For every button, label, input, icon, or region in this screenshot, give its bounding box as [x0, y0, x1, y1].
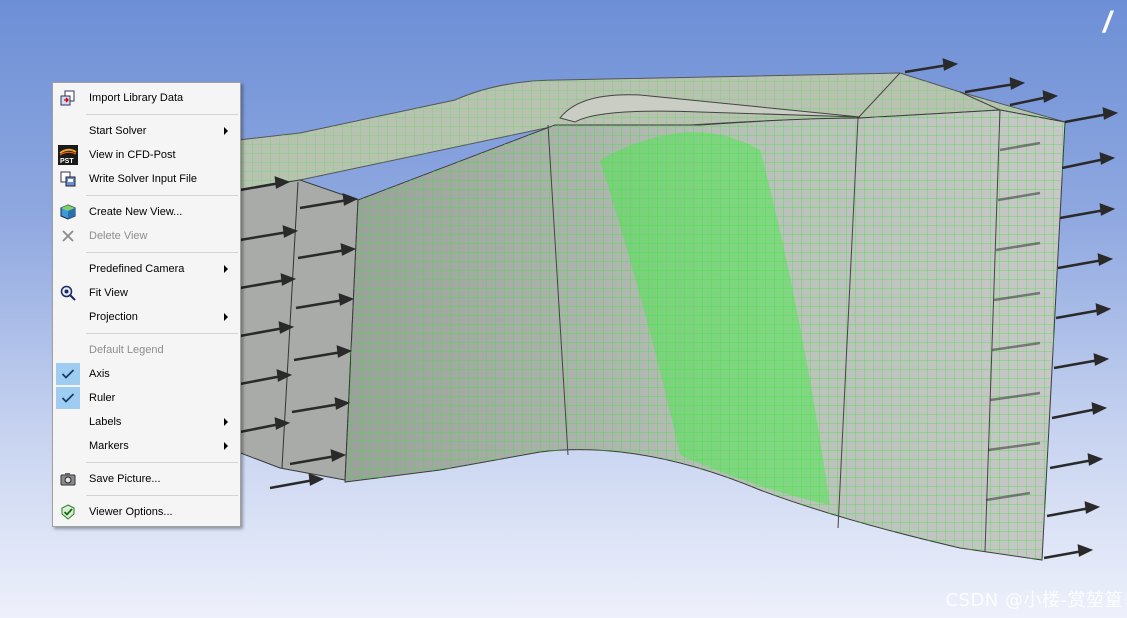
watermark-text: CSDN @小楼-赏堃篁 [945, 590, 1123, 611]
menu-label: Create New View... [89, 206, 183, 218]
write-solver-icon [56, 168, 80, 190]
menu-item-axis[interactable]: Axis [53, 362, 240, 386]
viewer-options-check-icon [56, 501, 80, 523]
inlet-block [237, 179, 359, 481]
menu-separator [86, 495, 238, 496]
menu-label: Start Solver [89, 125, 147, 137]
checkmark-icon [56, 363, 80, 385]
menu-label: Fit View [89, 287, 128, 299]
menu-label: Import Library Data [89, 92, 184, 104]
menu-item-default-legend[interactable]: Default Legend [53, 338, 240, 362]
menu-label: Projection [89, 311, 138, 323]
menu-label: Labels [89, 416, 122, 428]
camera-icon [56, 468, 80, 490]
menu-item-predefined-camera[interactable]: Predefined Camera [53, 257, 240, 281]
submenu-arrow-icon [224, 127, 228, 135]
menu-item-create-new-view[interactable]: Create New View... [53, 200, 240, 224]
menu-label: Ruler [89, 392, 116, 404]
ansys-logo: / [1103, 6, 1112, 39]
submenu-arrow-icon [224, 442, 228, 450]
menu-item-write-solver-input-file[interactable]: Write Solver Input File [53, 167, 240, 191]
menu-item-labels[interactable]: Labels [53, 410, 240, 434]
cfd-post-icon: PST [56, 144, 80, 166]
menu-item-delete-view[interactable]: Delete View [53, 224, 240, 248]
checkmark-icon [56, 387, 80, 409]
menu-label: Write Solver Input File [89, 173, 198, 185]
menu-separator [86, 252, 238, 253]
menu-label: Markers [89, 440, 129, 452]
menu-item-start-solver[interactable]: Start Solver [53, 119, 240, 143]
menu-separator [86, 462, 238, 463]
menu-item-viewer-options[interactable]: Viewer Options... [53, 500, 240, 524]
menu-item-import-library-data[interactable]: Import Library Data [53, 86, 240, 110]
viewer-context-menu: Import Library Data Start Solver PST Vie… [52, 82, 241, 527]
menu-label: Save Picture... [89, 473, 161, 485]
submenu-arrow-icon [224, 265, 228, 273]
submenu-arrow-icon [224, 313, 228, 321]
menu-label: Viewer Options... [89, 506, 173, 518]
delete-x-icon [56, 225, 80, 247]
menu-label: Delete View [89, 230, 148, 242]
menu-separator [86, 333, 238, 334]
menu-label: Axis [89, 368, 110, 380]
menu-item-projection[interactable]: Projection [53, 305, 240, 329]
menu-label: View in CFD-Post [89, 149, 176, 161]
import-library-icon [56, 87, 80, 109]
menu-item-fit-view[interactable]: Fit View [53, 281, 240, 305]
menu-item-ruler[interactable]: Ruler [53, 386, 240, 410]
menu-item-markers[interactable]: Markers [53, 434, 240, 458]
menu-label: Predefined Camera [89, 263, 185, 275]
magnifier-icon [56, 282, 80, 304]
menu-label: Default Legend [89, 344, 164, 356]
submenu-arrow-icon [224, 418, 228, 426]
svg-text:PST: PST [60, 158, 74, 165]
menu-item-view-in-cfd-post[interactable]: PST View in CFD-Post [53, 143, 240, 167]
menu-item-save-picture[interactable]: Save Picture... [53, 467, 240, 491]
new-view-cube-icon [56, 201, 80, 223]
menu-separator [86, 195, 238, 196]
menu-separator [86, 114, 238, 115]
